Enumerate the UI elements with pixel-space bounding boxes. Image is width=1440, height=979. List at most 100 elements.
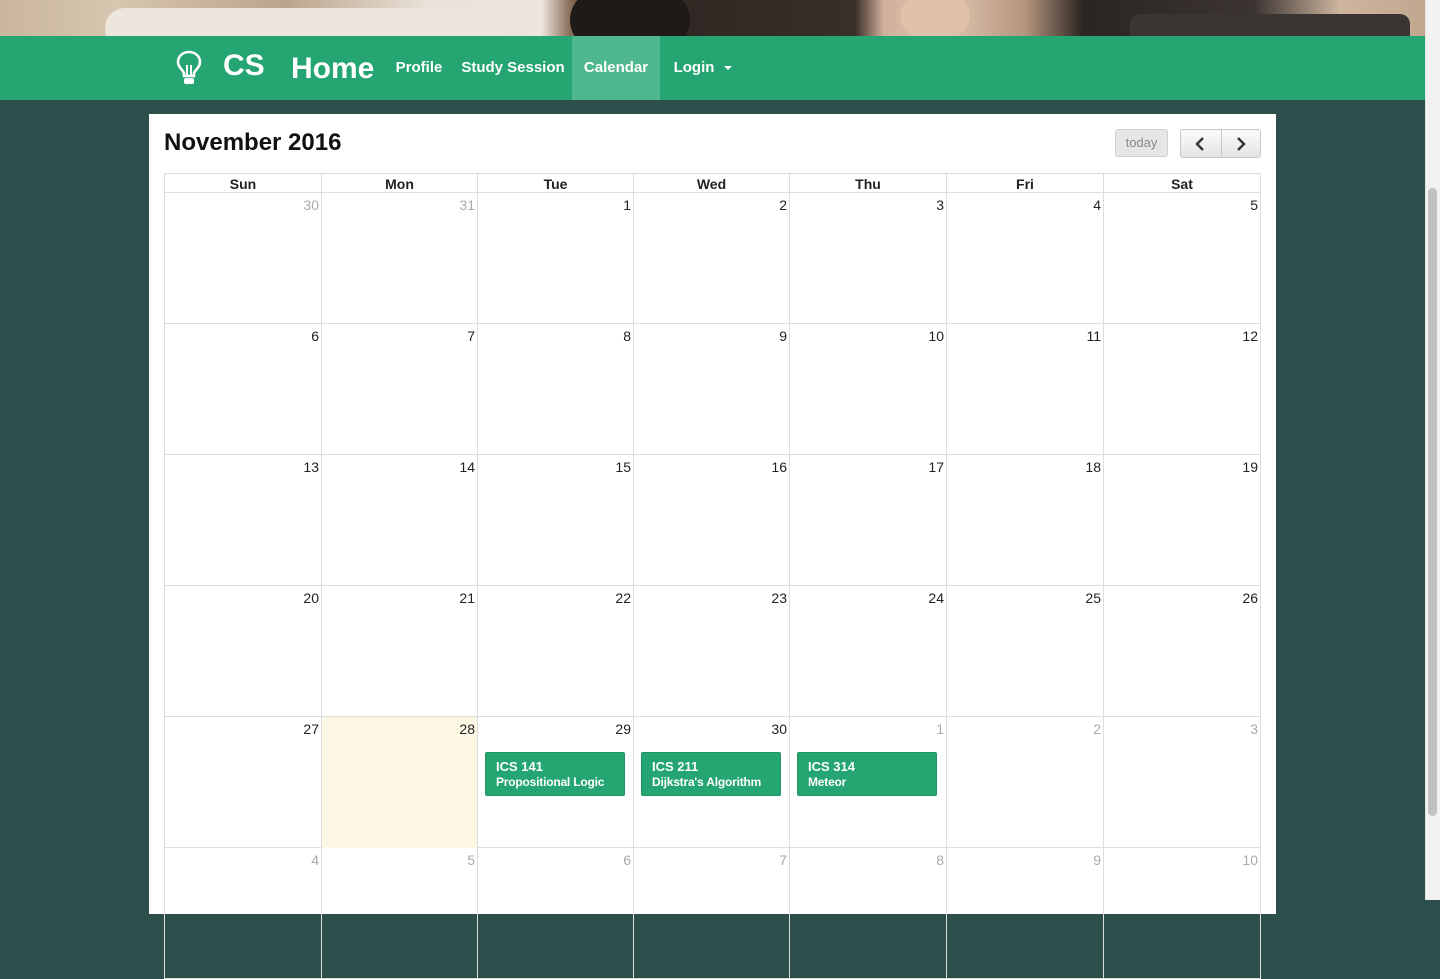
weekday-header-thu: Thu <box>789 174 946 193</box>
week-row: 4 5 6 7 8 9 10 <box>164 848 1261 979</box>
day-cell[interactable]: 18 <box>946 455 1103 586</box>
day-number: 15 <box>615 459 631 475</box>
day-number: 2 <box>1093 721 1101 737</box>
day-cell[interactable]: 6 <box>164 324 321 455</box>
calendar-event[interactable]: ICS 314 Meteor <box>797 752 937 796</box>
weekday-header-fri: Fri <box>946 174 1103 193</box>
day-cell[interactable]: 26 <box>1103 586 1261 717</box>
event-title: Meteor <box>808 775 847 789</box>
week-row: 30 31 1 2 3 4 5 <box>164 193 1261 324</box>
event-course-code: ICS 314 <box>808 759 855 774</box>
day-cell[interactable]: 16 <box>633 455 789 586</box>
calendar-event[interactable]: ICS 211 Dijkstra's Algorithm <box>641 752 781 796</box>
day-cell[interactable]: 9 <box>633 324 789 455</box>
prev-month-button[interactable] <box>1181 130 1222 157</box>
day-cell[interactable]: 10 <box>1103 848 1261 979</box>
day-number: 8 <box>936 852 944 868</box>
navbar: CS Home Profile Study Session Calendar L… <box>0 36 1425 100</box>
day-cell[interactable]: 8 <box>477 324 633 455</box>
week-row: 13 14 15 16 17 18 19 <box>164 455 1261 586</box>
day-cell[interactable]: 6 <box>477 848 633 979</box>
day-cell[interactable]: 11 <box>946 324 1103 455</box>
day-number: 1 <box>623 197 631 213</box>
day-number: 25 <box>1085 590 1101 606</box>
day-number: 3 <box>936 197 944 213</box>
day-number: 17 <box>928 459 944 475</box>
day-cell[interactable]: 15 <box>477 455 633 586</box>
weekday-header-sun: Sun <box>164 174 321 193</box>
calendar-grid: Sun Mon Tue Wed Thu Fri Sat 30 31 1 2 3 4 5 6 7 8 9 10 11 12… <box>164 173 1261 979</box>
nav-login-dropdown[interactable]: Login <box>662 36 744 100</box>
day-cell[interactable]: 27 <box>164 717 321 848</box>
caret-down-icon <box>724 66 733 71</box>
day-cell[interactable]: 30 <box>164 193 321 324</box>
nav-calendar[interactable]: Calendar <box>572 36 660 100</box>
today-button[interactable]: today <box>1115 129 1168 157</box>
day-cell[interactable]: 3 <box>1103 717 1261 848</box>
day-cell[interactable]: 25 <box>946 586 1103 717</box>
day-number: 10 <box>928 328 944 344</box>
day-cell[interactable]: 19 <box>1103 455 1261 586</box>
day-cell[interactable]: 31 <box>321 193 477 324</box>
day-cell[interactable]: 12 <box>1103 324 1261 455</box>
day-cell[interactable]: 2 <box>633 193 789 324</box>
day-number: 26 <box>1242 590 1258 606</box>
day-cell[interactable]: 4 <box>946 193 1103 324</box>
day-cell[interactable]: 4 <box>164 848 321 979</box>
nav-study-session[interactable]: Study Session <box>456 36 570 100</box>
weekday-header-mon: Mon <box>321 174 477 193</box>
day-number: 30 <box>303 197 319 213</box>
day-cell[interactable]: 2 <box>946 717 1103 848</box>
day-cell[interactable]: 20 <box>164 586 321 717</box>
day-cell[interactable]: 5 <box>321 848 477 979</box>
day-cell[interactable]: 3 <box>789 193 946 324</box>
day-number: 11 <box>1086 328 1101 344</box>
day-cell[interactable]: 7 <box>321 324 477 455</box>
brand-cs[interactable]: CS <box>223 49 265 83</box>
day-number: 28 <box>459 721 475 737</box>
day-number: 7 <box>467 328 475 344</box>
event-title: Propositional Logic <box>496 775 605 789</box>
scrollbar-thumb[interactable] <box>1428 188 1437 816</box>
day-cell[interactable]: 21 <box>321 586 477 717</box>
day-number: 24 <box>928 590 944 606</box>
day-number: 20 <box>303 590 319 606</box>
day-cell-today[interactable]: 28 <box>321 717 477 848</box>
nav-profile[interactable]: Profile <box>384 36 454 100</box>
day-number: 19 <box>1242 459 1258 475</box>
day-number: 16 <box>771 459 787 475</box>
day-cell[interactable]: 9 <box>946 848 1103 979</box>
day-number: 1 <box>936 721 944 737</box>
day-number: 6 <box>311 328 319 344</box>
home-link[interactable]: Home <box>291 52 374 86</box>
day-cell[interactable]: 17 <box>789 455 946 586</box>
day-number: 12 <box>1242 328 1258 344</box>
day-number: 2 <box>779 197 787 213</box>
day-number: 8 <box>623 328 631 344</box>
day-number: 4 <box>311 852 319 868</box>
day-cell[interactable]: 5 <box>1103 193 1261 324</box>
nav-login-label: Login <box>673 59 715 76</box>
week-row: 6 7 8 9 10 11 12 <box>164 324 1261 455</box>
day-number: 7 <box>779 852 787 868</box>
day-cell[interactable]: 10 <box>789 324 946 455</box>
day-number: 5 <box>467 852 475 868</box>
day-cell[interactable]: 23 <box>633 586 789 717</box>
next-month-button[interactable] <box>1221 130 1260 157</box>
day-cell[interactable]: 1 <box>477 193 633 324</box>
day-cell[interactable]: 22 <box>477 586 633 717</box>
day-number: 9 <box>779 328 787 344</box>
day-cell[interactable]: 14 <box>321 455 477 586</box>
week-row: 20 21 22 23 24 25 26 <box>164 586 1261 717</box>
lightbulb-icon[interactable] <box>174 49 204 87</box>
day-number: 23 <box>771 590 787 606</box>
day-cell[interactable]: 24 <box>789 586 946 717</box>
header-photo <box>0 0 1425 36</box>
day-number: 9 <box>1093 852 1101 868</box>
day-cell[interactable]: 7 <box>633 848 789 979</box>
day-number: 29 <box>615 721 631 737</box>
event-course-code: ICS 141 <box>496 759 543 774</box>
calendar-event[interactable]: ICS 141 Propositional Logic <box>485 752 625 796</box>
day-cell[interactable]: 8 <box>789 848 946 979</box>
day-cell[interactable]: 13 <box>164 455 321 586</box>
